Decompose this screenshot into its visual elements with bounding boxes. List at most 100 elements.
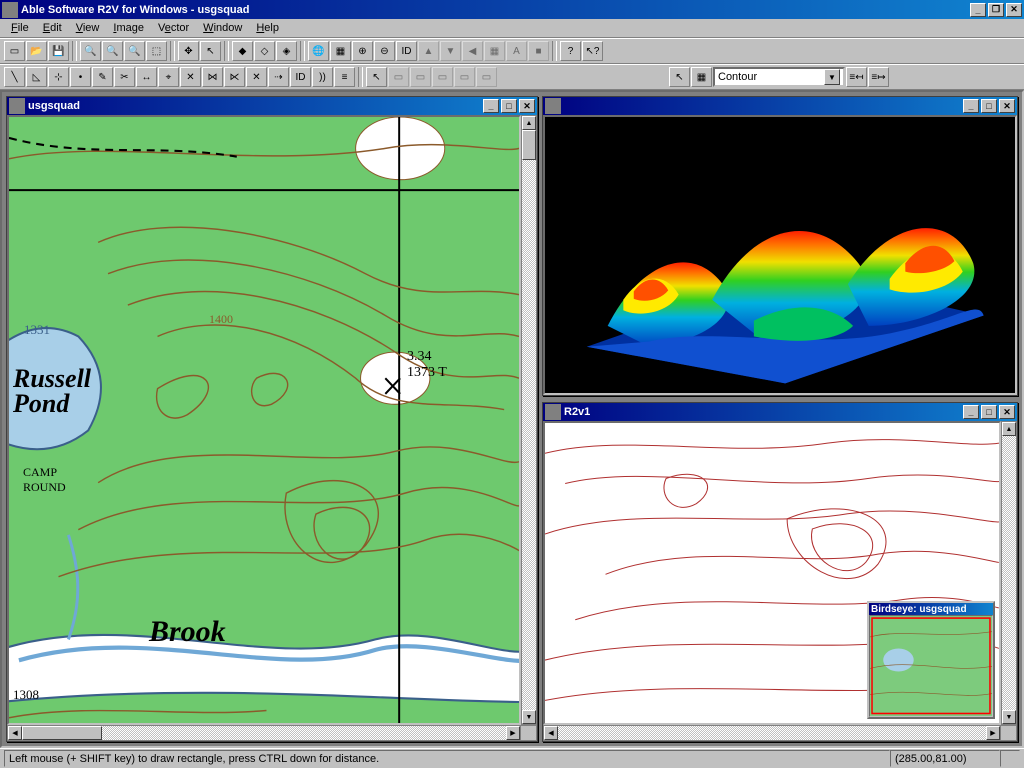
join-icon[interactable]: ⋉ bbox=[224, 67, 245, 87]
terrain-min-button[interactable]: _ bbox=[963, 99, 979, 113]
child-window-map: usgsquad _ □ ✕ bbox=[6, 96, 538, 742]
edit-tool-icon[interactable]: ✎ bbox=[92, 67, 113, 87]
menu-vector[interactable]: Vector bbox=[151, 20, 196, 36]
vectors-max-button[interactable]: □ bbox=[981, 405, 997, 419]
abc-icon: A bbox=[506, 41, 527, 61]
scroll-up-icon[interactable]: ▲ bbox=[1002, 422, 1016, 436]
vectors-canvas[interactable]: Birdseye: usgsquad bbox=[543, 421, 1001, 725]
pick-arrow-icon[interactable]: ↖ bbox=[669, 67, 690, 87]
birdseye-canvas[interactable] bbox=[869, 615, 993, 717]
label-id-icon[interactable]: ID bbox=[290, 67, 311, 87]
scroll-down-icon[interactable]: ▼ bbox=[522, 710, 536, 724]
vectors-min-button[interactable]: _ bbox=[963, 405, 979, 419]
menu-view[interactable]: View bbox=[69, 20, 107, 36]
zoom-in-icon[interactable]: 🔍 bbox=[80, 41, 101, 61]
poly-tool-icon[interactable]: ◺ bbox=[26, 67, 47, 87]
menu-file[interactable]: File bbox=[4, 20, 36, 36]
map-min-button[interactable]: _ bbox=[483, 99, 499, 113]
globe-icon[interactable]: 🌐 bbox=[308, 41, 329, 61]
intersect-icon[interactable]: ✕ bbox=[180, 67, 201, 87]
action2-icon[interactable]: ◇ bbox=[254, 41, 275, 61]
layer-toggle-icon[interactable]: ≡ bbox=[334, 67, 355, 87]
snap-icon[interactable]: ⌖ bbox=[158, 67, 179, 87]
vectors-hscroll[interactable]: ◀ ▶ bbox=[543, 725, 1017, 741]
classify-icon[interactable]: ▦ bbox=[691, 67, 712, 87]
pan-icon[interactable]: ✥ bbox=[178, 41, 199, 61]
region-a-icon: ▭ bbox=[388, 67, 409, 87]
scroll-up-icon[interactable]: ▲ bbox=[522, 116, 536, 130]
layers-icon[interactable]: ▦ bbox=[330, 41, 351, 61]
stop-icon: ■ bbox=[528, 41, 549, 61]
measure-icon[interactable]: ↔ bbox=[136, 67, 157, 87]
scroll-right-icon[interactable]: ▶ bbox=[986, 726, 1000, 740]
doc-icon bbox=[9, 98, 25, 114]
menu-image[interactable]: Image bbox=[106, 20, 151, 36]
minimize-button[interactable]: _ bbox=[970, 3, 986, 17]
action3-icon[interactable]: ◈ bbox=[276, 41, 297, 61]
node-add-icon[interactable]: ⊕ bbox=[352, 41, 373, 61]
menu-edit[interactable]: Edit bbox=[36, 20, 69, 36]
split-tool-icon[interactable]: ✂ bbox=[114, 67, 135, 87]
tool-b-icon: ▼ bbox=[440, 41, 461, 61]
birdseye-title: Birdseye: usgsquad bbox=[871, 604, 991, 615]
terrain-canvas[interactable] bbox=[543, 115, 1017, 395]
menu-help[interactable]: Help bbox=[249, 20, 286, 36]
map-canvas[interactable]: Russell Pond 1331 3.34 1373 T CAMP ROUND… bbox=[7, 115, 521, 725]
mdi-workspace: usgsquad _ □ ✕ bbox=[0, 90, 1024, 748]
layer-dropdown-value: Contour bbox=[718, 71, 757, 83]
id-icon[interactable]: ID bbox=[396, 41, 417, 61]
menu-window[interactable]: Window bbox=[196, 20, 249, 36]
zoom-region-icon[interactable]: ⬚ bbox=[146, 41, 167, 61]
zoom-fit-icon[interactable]: 🔍 bbox=[124, 41, 145, 61]
node-del-icon[interactable]: ⊖ bbox=[374, 41, 395, 61]
help-icon[interactable]: ? bbox=[560, 41, 581, 61]
clear-icon[interactable]: ✕ bbox=[246, 67, 267, 87]
map-close-button[interactable]: ✕ bbox=[519, 99, 535, 113]
pointer-icon[interactable]: ↖ bbox=[200, 41, 221, 61]
status-grip bbox=[1000, 750, 1020, 767]
map-vscroll[interactable]: ▲ ▼ bbox=[521, 115, 537, 725]
select-arrow-icon[interactable]: ↖ bbox=[366, 67, 387, 87]
line-tool-icon[interactable]: ╲ bbox=[4, 67, 25, 87]
terrain-max-button[interactable]: □ bbox=[981, 99, 997, 113]
scroll-down-icon[interactable]: ▼ bbox=[1002, 710, 1016, 724]
step-back-icon[interactable]: ≡↤ bbox=[846, 67, 867, 87]
terrain-close-button[interactable]: ✕ bbox=[999, 99, 1015, 113]
statusbar: Left mouse (+ SHIFT key) to draw rectang… bbox=[0, 748, 1024, 768]
region-c-icon: ▭ bbox=[432, 67, 453, 87]
action1-icon[interactable]: ◆ bbox=[232, 41, 253, 61]
scroll-left-icon[interactable]: ◀ bbox=[544, 726, 558, 740]
birdseye-window[interactable]: Birdseye: usgsquad bbox=[867, 601, 995, 719]
label-russell-pond: Russell Pond bbox=[13, 367, 91, 416]
scroll-right-icon[interactable]: ▶ bbox=[506, 726, 520, 740]
chevron-down-icon[interactable]: ▼ bbox=[824, 69, 840, 85]
move-anchor-icon[interactable]: ⊹ bbox=[48, 67, 69, 87]
vectors-close-button[interactable]: ✕ bbox=[999, 405, 1015, 419]
bridge-icon[interactable]: ⋈ bbox=[202, 67, 223, 87]
label-elev-1331: 1331 bbox=[24, 322, 50, 338]
map-window-title: usgsquad bbox=[28, 100, 483, 112]
vectors-vscroll[interactable]: ▲ ▼ bbox=[1001, 421, 1017, 725]
zoom-out-icon[interactable]: 🔍 bbox=[102, 41, 123, 61]
node-tool-icon[interactable]: • bbox=[70, 67, 91, 87]
map-hscroll[interactable]: ◀ ▶ bbox=[7, 725, 537, 741]
step-fwd-icon[interactable]: ≡↦ bbox=[868, 67, 889, 87]
label-annot: 3.34 1373 T bbox=[407, 349, 447, 381]
open-icon[interactable]: 📂 bbox=[26, 41, 47, 61]
close-button[interactable]: ✕ bbox=[1006, 3, 1022, 17]
tool-c-icon: ◀ bbox=[462, 41, 483, 61]
child-window-terrain: _ □ ✕ bbox=[542, 96, 1018, 396]
label-contour-1400: 1400 bbox=[209, 312, 233, 327]
context-help-icon[interactable]: ↖? bbox=[582, 41, 603, 61]
map-max-button[interactable]: □ bbox=[501, 99, 517, 113]
scroll-left-icon[interactable]: ◀ bbox=[8, 726, 22, 740]
signal-icon[interactable]: )) bbox=[312, 67, 333, 87]
toolbar-main: ▭📂💾🔍🔍🔍⬚✥↖◆◇◈🌐▦⊕⊖ID▲▼◀▦A■?↖? bbox=[0, 38, 1024, 64]
layer-dropdown[interactable]: Contour ▼ bbox=[713, 67, 845, 87]
gap-icon[interactable]: ⇢ bbox=[268, 67, 289, 87]
region-e-icon: ▭ bbox=[476, 67, 497, 87]
save-icon[interactable]: 💾 bbox=[48, 41, 69, 61]
restore-button[interactable]: ❐ bbox=[988, 3, 1004, 17]
label-brook: Brook bbox=[149, 615, 226, 649]
new-icon[interactable]: ▭ bbox=[4, 41, 25, 61]
